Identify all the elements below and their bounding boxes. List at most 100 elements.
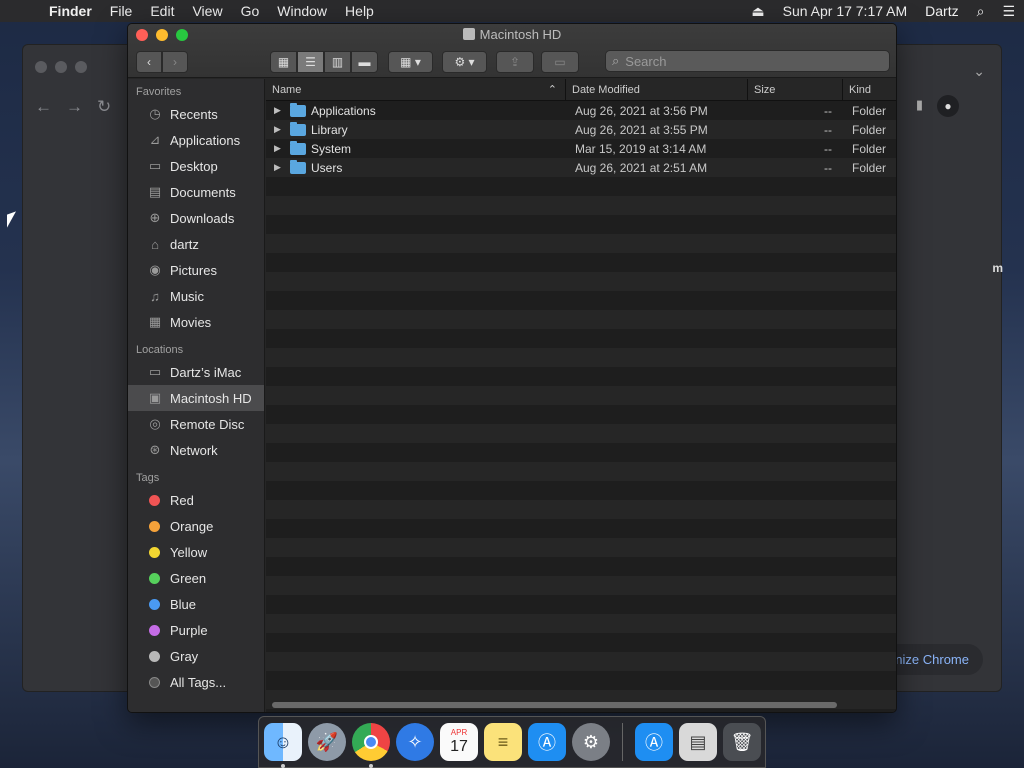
sidebar-item-music[interactable]: ♫ Music [128,283,264,309]
disclosure-triangle-icon[interactable]: ▶ [274,143,290,154]
forward-button[interactable]: › [162,51,188,73]
disk-icon [462,28,475,40]
app-store-dock-icon[interactable]: Ⓐ [528,723,566,761]
sidebar-item-imac[interactable]: ▭ Dartz’s iMac [128,359,264,385]
column-name-header[interactable]: Name ⌃ [266,79,566,100]
row-name: Library [311,122,348,137]
gear-icon[interactable]: ⚙ ▾ [442,51,487,73]
menu-go[interactable]: Go [232,3,269,19]
sidebar-item-pictures[interactable]: ◉ Pictures [128,257,264,283]
sidebar-item-label: dartz [170,236,199,252]
sidebar-item-network[interactable]: ⊛ Network [128,437,264,463]
sidebar-tag-yellow[interactable]: Yellow [128,539,264,565]
spotlight-icon[interactable]: ⌕ [968,3,994,20]
disk-icon: ▣ [148,390,162,405]
sidebar-item-label: Gray [170,648,199,664]
sidebar-item-remote-disc[interactable]: ◎ Remote Disc [128,411,264,437]
disc-icon: ◎ [149,416,161,431]
search-input[interactable] [625,53,866,69]
sidebar-tag-orange[interactable]: Orange [128,513,264,539]
sidebar-item-movies[interactable]: ▦ Movies [128,309,264,335]
chrome-dock-icon[interactable] [352,723,390,768]
table-row[interactable]: ▶ Users Aug 26, 2021 at 2:51 AM -- Folder [266,158,896,177]
eject-icon[interactable]: ⏏ [742,3,773,20]
finder-dock-icon[interactable]: ☺ [264,723,302,768]
column-kind-header[interactable]: Kind [843,79,896,100]
menu-view[interactable]: View [183,3,231,19]
group-by-button[interactable]: ▦ ▾ [388,51,433,73]
column-date-header[interactable]: Date Modified [566,79,748,100]
back-arrow-icon[interactable]: ← [35,97,52,117]
running-indicator [369,764,373,768]
search-icon: ⌕ [612,53,620,68]
chevron-down-icon[interactable]: ⌄ [973,63,985,80]
row-kind: Folder [852,160,887,175]
trash-icon[interactable]: 🗑 [723,723,761,761]
dock-separator [622,723,623,761]
list-view-button[interactable]: ☰ [297,51,324,73]
table-row[interactable]: ▶ Library Aug 26, 2021 at 3:55 PM -- Fold… [266,120,896,139]
gallery-view-button[interactable]: ▬ [351,51,378,73]
disclosure-triangle-icon[interactable]: ▶ [274,162,290,173]
sidebar-tag-green[interactable]: Green [128,565,264,591]
system-preferences-dock-icon[interactable]: ⚙ [572,723,610,761]
sidebar-item-downloads[interactable]: ⊕ Downloads [128,205,264,231]
column-size-header[interactable]: Size [748,79,843,100]
menu-window[interactable]: Window [268,3,336,19]
chrome-minimize-button[interactable] [55,61,67,73]
mouse-cursor-icon [7,211,16,228]
sidebar-tag-blue[interactable]: Blue [128,591,264,617]
reload-icon[interactable]: ↻ [97,97,111,117]
tag-dot-icon [149,546,160,558]
menubar-user[interactable]: Dartz [916,3,967,19]
notes-dock-icon[interactable]: ≡ [484,723,522,761]
menu-app-finder[interactable]: Finder [40,3,101,19]
table-row[interactable]: ▶ Applications Aug 26, 2021 at 3:56 PM --… [266,101,896,120]
sidebar-item-applications[interactable]: ⊿ Applications [128,127,264,153]
safari-dock-icon[interactable]: ✧ [396,723,434,761]
menu-help[interactable]: Help [336,3,383,19]
sidebar-item-recents[interactable]: ◷ Recents [128,101,264,127]
table-row[interactable]: ▶ System Mar 15, 2019 at 3:14 AM -- Folde… [266,139,896,158]
sidebar-item-label: Recents [170,106,218,122]
side-panel-icon[interactable]: ▮ [916,97,923,113]
sidebar-item-label: Green [170,570,207,586]
app-store-download-dock-icon[interactable]: Ⓐ [635,723,673,761]
launchpad-dock-icon[interactable]: 🚀 [308,723,346,761]
menubar-clock[interactable]: Sun Apr 17 7:17 AM [774,3,917,19]
horizontal-scrollbar[interactable] [272,702,837,708]
folder-icon [290,121,306,136]
sidebar-item-dartz[interactable]: ⌂ dartz [128,231,264,257]
tags-group: ▭ [541,51,579,73]
sidebar-tag-gray[interactable]: Gray [128,643,264,669]
forward-arrow-icon[interactable]: → [66,97,83,117]
menu-edit[interactable]: Edit [141,3,183,19]
disclosure-triangle-icon[interactable]: ▶ [274,124,290,135]
document-dock-icon[interactable]: ▤ [679,723,717,761]
sidebar-item-label: Macintosh HD [170,390,252,406]
back-button[interactable]: ‹ [136,51,162,73]
profile-avatar-icon[interactable]: ● [937,95,959,117]
imac-icon: ▭ [148,364,162,379]
sidebar-tag-purple[interactable]: Purple [128,617,264,643]
rows-container: ▶ Applications Aug 26, 2021 at 3:56 PM --… [266,101,896,712]
sidebar-item-macintosh-hd[interactable]: ▣ Macintosh HD [128,385,264,411]
chrome-close-button[interactable] [35,61,47,73]
sidebar-item-documents[interactable]: ▤ Documents [128,179,264,205]
notification-center-icon[interactable]: ☰ [993,3,1024,20]
share-icon[interactable]: ⇪ [496,51,534,73]
share-group: ⇪ [496,51,534,73]
tags-label: Tags [136,472,160,484]
disclosure-triangle-icon[interactable]: ▶ [274,105,290,116]
menu-file[interactable]: File [101,3,142,19]
sidebar-tag-red[interactable]: Red [128,487,264,513]
tag-icon[interactable]: ▭ [541,51,579,73]
calendar-dock-icon[interactable]: APR 17 [440,723,478,761]
chrome-zoom-button[interactable] [75,61,87,73]
sidebar-item-label: Remote Disc [170,416,245,432]
sidebar-item-desktop[interactable]: ▭ Desktop [128,153,264,179]
column-view-button[interactable]: ▥ [324,51,351,73]
icon-view-button[interactable]: ▦ [270,51,297,73]
search-field[interactable]: ⌕ [605,50,890,72]
sidebar-all-tags[interactable]: All Tags... [128,669,264,695]
